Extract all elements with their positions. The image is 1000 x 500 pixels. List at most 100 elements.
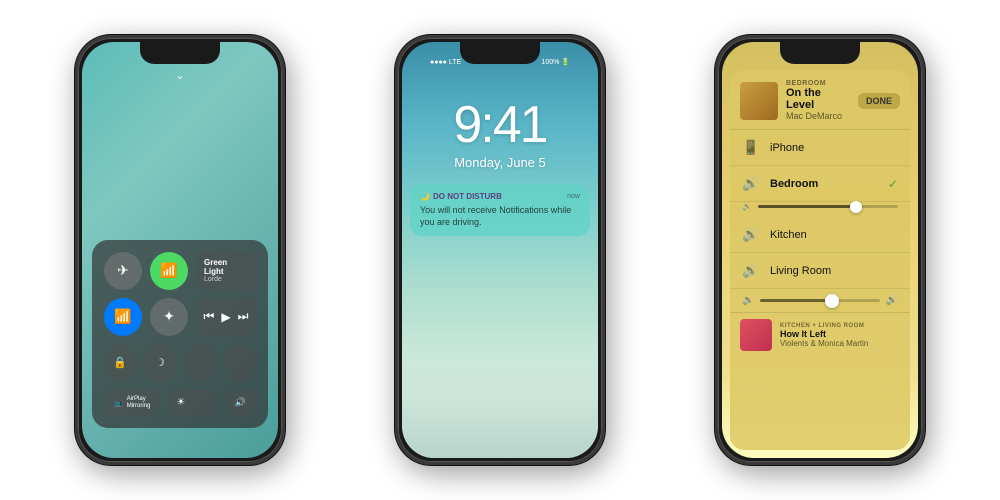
- bedroom-slider-track[interactable]: [758, 205, 898, 208]
- kitchen-check: ○: [891, 228, 898, 242]
- volume-down-button-3[interactable]: [715, 184, 717, 212]
- volume-icon: 🔊: [235, 397, 246, 408]
- kitchen-label: Kitchen: [770, 229, 881, 241]
- cellular-button[interactable]: 📶: [150, 252, 188, 290]
- lock-screen-clock: 9:41 Monday, June 5: [402, 70, 598, 170]
- done-button[interactable]: DONE: [858, 93, 900, 109]
- power-button[interactable]: [283, 118, 285, 168]
- device-kitchen[interactable]: 🔊 Kitchen ○: [730, 217, 910, 253]
- iphone-label: iPhone: [770, 142, 878, 154]
- cc-bottom-row: 🔒 ☽: [104, 344, 256, 382]
- current-date: Monday, June 5: [402, 155, 598, 170]
- dnd-notification[interactable]: 🌙 DO NOT DISTURB now You will not receiv…: [410, 184, 590, 236]
- prev-button[interactable]: ⏮: [204, 309, 215, 324]
- song-title: Green Light: [204, 258, 248, 276]
- brightness-icon: ☀: [176, 397, 185, 408]
- airplay-button[interactable]: 📺 AirPlayMirroring: [104, 390, 160, 416]
- silent-switch-3[interactable]: [715, 108, 717, 136]
- bedroom-slider-fill: [758, 205, 856, 208]
- dnd-icon: 🌙: [420, 192, 430, 201]
- bottom-title: How It Left: [780, 329, 900, 339]
- notch-1: [140, 42, 220, 64]
- moon-icon: ☽: [155, 356, 165, 369]
- cellular-icon: 📶: [160, 262, 177, 279]
- bedroom-speaker-icon: 🔊: [742, 175, 760, 192]
- phone-3-screen: BEDROOM On the Level Mac DeMarco DONE 📱 …: [722, 42, 918, 458]
- song-artist: Lorde: [204, 276, 248, 283]
- volume-slider-thumb[interactable]: [825, 294, 839, 308]
- volume-control[interactable]: 🔊: [225, 390, 256, 416]
- volume-down-button-2[interactable]: [395, 184, 397, 212]
- device-living-room[interactable]: 🔊 Living Room ○: [730, 253, 910, 289]
- bluetooth-icon: ✦: [163, 308, 175, 325]
- ap-location: BEDROOM: [786, 80, 850, 87]
- airplay-panel: BEDROOM On the Level Mac DeMarco DONE 📱 …: [730, 70, 910, 450]
- kitchen-speaker-icon: 🔊: [742, 226, 760, 243]
- phone-1: ⌄ ✈ 📶 Green Light Lorde: [75, 35, 285, 465]
- device-list: 📱 iPhone ✓ 🔊 Bedroom ✓ 🔈: [730, 130, 910, 289]
- wifi-button[interactable]: 📶: [104, 298, 142, 336]
- volume-up-button-2[interactable]: [395, 146, 397, 174]
- album-art: [740, 82, 778, 120]
- wifi-icon: 📶: [114, 308, 131, 325]
- power-button-2[interactable]: [603, 118, 605, 168]
- media-controls: ⏮ ▶ ⏭: [196, 298, 256, 336]
- next-button[interactable]: ⏭: [238, 309, 249, 324]
- phone-3: BEDROOM On the Level Mac DeMarco DONE 📱 …: [715, 35, 925, 465]
- volume-slider-fill: [760, 299, 831, 302]
- notification-timestamp: now: [567, 193, 580, 200]
- bedroom-vol-min: 🔈: [742, 202, 752, 211]
- volume-slider-track[interactable]: [760, 299, 879, 302]
- volume-down-button[interactable]: [75, 184, 77, 212]
- vol-max-icon: 🔊: [886, 295, 898, 306]
- brightness-slider[interactable]: ☀: [168, 390, 216, 416]
- iphone-icon: 📱: [742, 139, 760, 156]
- dnd-header: 🌙 DO NOT DISTURB now: [420, 192, 580, 201]
- bottom-artist: Violents & Monica Martin: [780, 339, 900, 348]
- cc-tile-3[interactable]: [184, 344, 216, 382]
- bedroom-label: Bedroom: [770, 178, 878, 190]
- phone-1-screen: ⌄ ✈ 📶 Green Light Lorde: [82, 42, 278, 458]
- vol-min-icon: 🔈: [742, 295, 754, 306]
- notification-body: You will not receive Notifications while…: [420, 205, 580, 228]
- airplane-mode-button[interactable]: ✈: [104, 252, 142, 290]
- control-center-panel: ✈ 📶 Green Light Lorde 📶: [92, 240, 268, 428]
- bottom-song-info: KITCHEN + LIVING ROOM How It Left Violen…: [780, 323, 900, 348]
- ap-now-playing: BEDROOM On the Level Mac DeMarco DONE: [730, 70, 910, 130]
- notch-2: [460, 42, 540, 64]
- bottom-song: KITCHEN + LIVING ROOM How It Left Violen…: [740, 319, 900, 351]
- ap-artist: Mac DeMarco: [786, 111, 850, 121]
- rotation-lock-button[interactable]: 🔒: [104, 344, 136, 382]
- phones-container: ⌄ ✈ 📶 Green Light Lorde: [0, 0, 1000, 500]
- iphone-check: ✓: [888, 141, 898, 155]
- airplane-icon: ✈: [117, 262, 129, 279]
- chevron-icon: ⌄: [175, 68, 185, 82]
- living-room-label: Living Room: [770, 265, 881, 277]
- now-playing-widget[interactable]: Green Light Lorde: [196, 252, 256, 290]
- airplay-icon: 📺: [114, 399, 123, 407]
- bluetooth-button[interactable]: ✦: [150, 298, 188, 336]
- power-button-3[interactable]: [923, 118, 925, 168]
- ap-bottom: KITCHEN + LIVING ROOM How It Left Violen…: [730, 312, 910, 357]
- cc-last-row: 📺 AirPlayMirroring ☀ 🔊: [104, 390, 256, 416]
- ap-song-title: On the Level: [786, 87, 850, 111]
- do-not-disturb-button[interactable]: ☽: [144, 344, 176, 382]
- device-iphone[interactable]: 📱 iPhone ✓: [730, 130, 910, 166]
- airplay-label: AirPlayMirroring: [127, 396, 151, 410]
- ap-song-info: BEDROOM On the Level Mac DeMarco: [786, 80, 850, 121]
- notch-3: [780, 42, 860, 64]
- dnd-title: 🌙 DO NOT DISTURB: [420, 192, 502, 201]
- ocean-background: [402, 318, 598, 458]
- device-bedroom[interactable]: 🔊 Bedroom ✓: [730, 166, 910, 202]
- volume-up-button[interactable]: [75, 146, 77, 174]
- play-button[interactable]: ▶: [221, 310, 230, 324]
- silent-switch[interactable]: [75, 108, 77, 136]
- lock-icon: 🔒: [113, 356, 127, 369]
- bedroom-check: ✓: [888, 177, 898, 191]
- bedroom-slider-thumb[interactable]: [850, 201, 862, 213]
- volume-up-button-3[interactable]: [715, 146, 717, 174]
- silent-switch-2[interactable]: [395, 108, 397, 136]
- volume-slider-row: 🔈 🔊: [730, 289, 910, 312]
- cc-mid-row: 📶 ✦ ⏮ ▶ ⏭: [104, 298, 256, 336]
- cc-tile-4[interactable]: [224, 344, 256, 382]
